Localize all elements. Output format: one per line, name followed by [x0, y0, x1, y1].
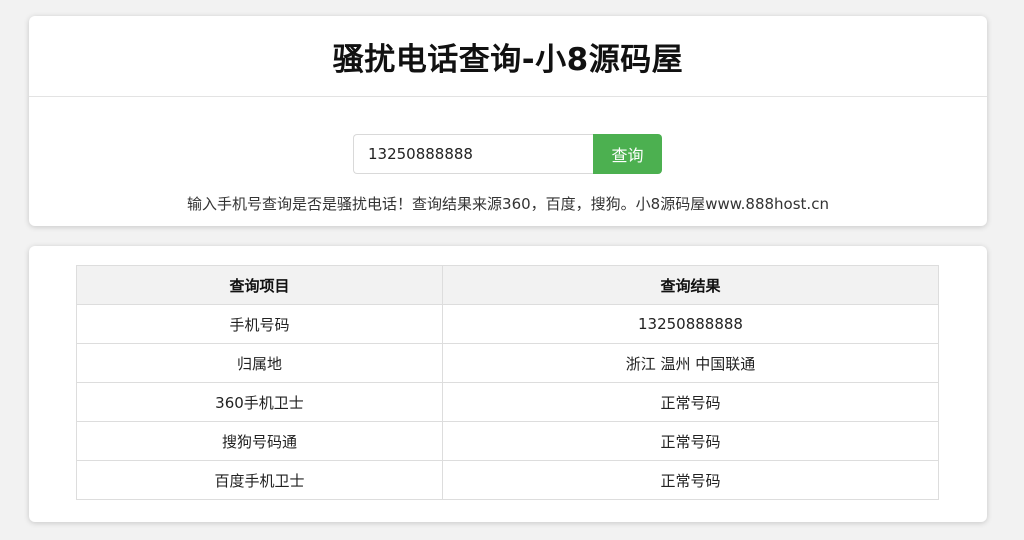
- row-item-label: 360手机卫士: [76, 382, 443, 422]
- table-row: 归属地 浙江 温州 中国联通: [76, 343, 939, 383]
- search-card: 骚扰电话查询-小8源码屋 查询 输入手机号查询是否是骚扰电话！查询结果来源360…: [29, 16, 987, 226]
- row-result-value: 正常号码: [442, 382, 939, 422]
- phone-number-input[interactable]: [353, 134, 593, 174]
- result-table: 查询项目 查询结果 手机号码 13250888888 归属地 浙江 温州 中国联…: [76, 265, 939, 500]
- row-result-value: 正常号码: [442, 460, 939, 500]
- query-button[interactable]: 查询: [593, 134, 662, 174]
- row-item-label: 手机号码: [76, 304, 443, 344]
- table-row: 百度手机卫士 正常号码: [76, 460, 939, 500]
- search-hint: 输入手机号查询是否是骚扰电话！查询结果来源360，百度，搜狗。小8源码屋www.…: [187, 195, 829, 213]
- row-item-label: 归属地: [76, 343, 443, 383]
- table-header-row: 查询项目 查询结果: [76, 265, 939, 305]
- row-item-label: 搜狗号码通: [76, 421, 443, 461]
- result-card: 查询项目 查询结果 手机号码 13250888888 归属地 浙江 温州 中国联…: [29, 246, 987, 522]
- column-header-item: 查询项目: [76, 265, 443, 305]
- table-row: 360手机卫士 正常号码: [76, 382, 939, 422]
- row-result-value: 13250888888: [442, 304, 939, 344]
- search-form: 查询: [353, 134, 662, 174]
- table-row: 手机号码 13250888888: [76, 304, 939, 344]
- table-row: 搜狗号码通 正常号码: [76, 421, 939, 461]
- row-item-label: 百度手机卫士: [76, 460, 443, 500]
- card-header: 骚扰电话查询-小8源码屋: [29, 16, 987, 97]
- column-header-result: 查询结果: [442, 265, 939, 305]
- row-result-value: 正常号码: [442, 421, 939, 461]
- page-title: 骚扰电话查询-小8源码屋: [332, 41, 684, 78]
- row-result-value: 浙江 温州 中国联通: [442, 343, 939, 383]
